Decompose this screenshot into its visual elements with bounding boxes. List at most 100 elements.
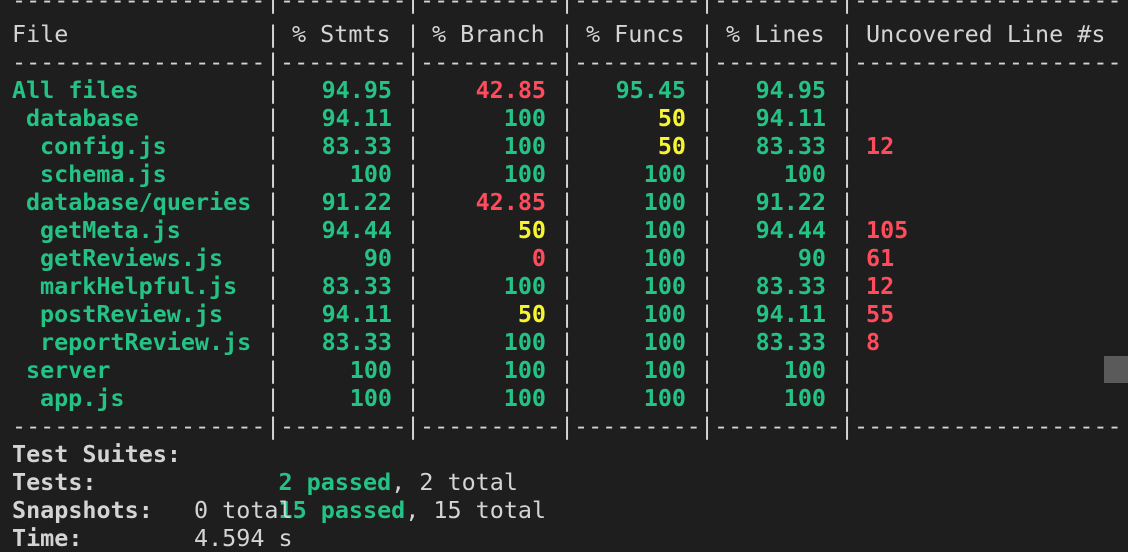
cell-stmts: 83.33 <box>321 328 392 356</box>
table-row: markHelpful.js | 83.33 | 100 | 100 | 83.33 | 12 <box>40 272 895 300</box>
table-row: config.js | 83.33 | 100 | 50 | 83.33 | 12 <box>40 132 895 160</box>
cell-funcs: 100 <box>643 356 686 384</box>
cell-lines: 100 <box>783 356 826 384</box>
table-row: database/queries | 91.22 | 42.85 | 100 | 91.22 | <box>26 188 855 216</box>
table-header-separator: ------------------------------ | -------… <box>12 48 1118 76</box>
table-top-border: ------------------------------ | -------… <box>12 0 1118 14</box>
cell-uncovered: 12 <box>866 132 895 160</box>
cell-stmts: 100 <box>349 384 392 412</box>
cell-file: schema.js <box>40 160 167 188</box>
cell-funcs: 50 <box>657 132 686 160</box>
cell-file: config.js <box>40 132 167 160</box>
cell-branch: 50 <box>517 300 546 328</box>
cell-lines: 94.11 <box>755 300 826 328</box>
summary-suites-label: Test Suites: <box>12 440 181 468</box>
cell-stmts: 94.11 <box>321 300 392 328</box>
cell-funcs: 100 <box>643 384 686 412</box>
cell-stmts: 91.22 <box>321 188 392 216</box>
cell-funcs: 100 <box>643 160 686 188</box>
header-uncovered: Uncovered Line #s <box>866 20 1106 48</box>
cell-branch: 50 <box>517 216 546 244</box>
cell-stmts: 90 <box>363 244 392 272</box>
summary-snapshots-label: Snapshots: <box>12 496 153 524</box>
cell-lines: 83.33 <box>755 132 826 160</box>
table-row: postReview.js | 94.11 | 50 | 100 | 94.11 | 55 <box>40 300 895 328</box>
cell-uncovered: 12 <box>866 272 895 300</box>
cell-file: getReviews.js <box>40 244 224 272</box>
summary-test-suites: Test Suites: 2 passed, 2 total <box>0 440 1128 496</box>
cell-file: markHelpful.js <box>40 272 238 300</box>
summary-time-label: Time: <box>12 524 83 552</box>
cell-branch: 0 <box>531 244 546 272</box>
cell-file: All files <box>12 76 139 104</box>
cell-branch: 100 <box>503 160 546 188</box>
cell-lines: 100 <box>783 384 826 412</box>
cell-lines: 94.11 <box>755 104 826 132</box>
header-file: File <box>12 20 69 48</box>
cell-uncovered: 61 <box>866 244 895 272</box>
cell-lines: 90 <box>797 244 826 272</box>
cell-funcs: 100 <box>643 300 686 328</box>
cell-funcs: 100 <box>643 216 686 244</box>
cell-stmts: 100 <box>349 356 392 384</box>
summary-time: Time: 4.594 s <box>0 524 1128 552</box>
cell-file: app.js <box>40 384 125 412</box>
cell-stmts: 94.95 <box>321 76 392 104</box>
cell-stmts: 83.33 <box>321 272 392 300</box>
cell-file: postReview.js <box>40 300 224 328</box>
summary-snapshots: Snapshots: 0 total <box>0 496 1128 524</box>
summary-tests-label: Tests: <box>12 468 97 496</box>
cell-lines: 94.44 <box>755 216 826 244</box>
header-funcs: % Funcs <box>586 20 685 48</box>
table-row: getMeta.js | 94.44 | 50 | 100 | 94.44 | 105 <box>40 216 909 244</box>
header-lines: % Lines <box>726 20 825 48</box>
cell-stmts: 94.11 <box>321 104 392 132</box>
summary-snapshots-value: 0 total <box>194 496 293 524</box>
header-branch: % Branch <box>432 20 545 48</box>
cell-branch: 42.85 <box>475 188 546 216</box>
cell-branch: 100 <box>503 384 546 412</box>
table-row: All files | 94.95 | 42.85 | 95.45 | 94.95 | <box>12 76 855 104</box>
cell-branch: 100 <box>503 328 546 356</box>
cell-branch: 100 <box>503 272 546 300</box>
table-row: reportReview.js | 83.33 | 100 | 100 | 83.33 | 8 <box>40 328 881 356</box>
cell-uncovered: 8 <box>866 328 881 356</box>
table-row: schema.js | 100 | 100 | 100 | 100 | <box>40 160 855 188</box>
cell-funcs: 50 <box>657 104 686 132</box>
cell-file: database/queries <box>26 188 252 216</box>
cell-lines: 91.22 <box>755 188 826 216</box>
cell-lines: 83.33 <box>755 272 826 300</box>
table-row: app.js | 100 | 100 | 100 | 100 | <box>40 384 855 412</box>
summary-time-value: 4.594 s <box>194 524 293 552</box>
cell-stmts: 83.33 <box>321 132 392 160</box>
cell-branch: 42.85 <box>475 76 546 104</box>
cell-stmts: 100 <box>349 160 392 188</box>
cell-funcs: 100 <box>643 188 686 216</box>
table-row: getReviews.js | 90 | 0 | 100 | 90 | 61 <box>40 244 895 272</box>
cell-uncovered: 105 <box>866 216 909 244</box>
table-row: server | 100 | 100 | 100 | 100 | <box>26 356 855 384</box>
cell-file: server <box>26 356 111 384</box>
cell-branch: 100 <box>503 132 546 160</box>
cell-lines: 100 <box>783 160 826 188</box>
cell-lines: 94.95 <box>755 76 826 104</box>
header-stmts: % Stmts <box>292 20 391 48</box>
cell-uncovered: 55 <box>866 300 895 328</box>
table-header-row: File | % Stmts | % Branch | % Funcs | % … <box>12 20 1106 48</box>
cell-file: reportReview.js <box>40 328 252 356</box>
cell-file: getMeta.js <box>40 216 181 244</box>
cell-stmts: 94.44 <box>321 216 392 244</box>
table-bottom-border: ------------------------------ | -------… <box>12 412 1118 440</box>
cell-funcs: 100 <box>643 272 686 300</box>
cell-funcs: 100 <box>643 244 686 272</box>
cell-branch: 100 <box>503 104 546 132</box>
cell-branch: 100 <box>503 356 546 384</box>
terminal-window: ------------------------------ | -------… <box>0 0 1128 552</box>
cell-file: database <box>26 104 139 132</box>
cell-funcs: 95.45 <box>615 76 686 104</box>
scrollbar-thumb[interactable] <box>1104 356 1128 383</box>
summary-tests: Tests: 15 passed, 15 total <box>0 468 1128 524</box>
cell-lines: 83.33 <box>755 328 826 356</box>
cell-funcs: 100 <box>643 328 686 356</box>
table-row: database | 94.11 | 100 | 50 | 94.11 | <box>26 104 855 132</box>
